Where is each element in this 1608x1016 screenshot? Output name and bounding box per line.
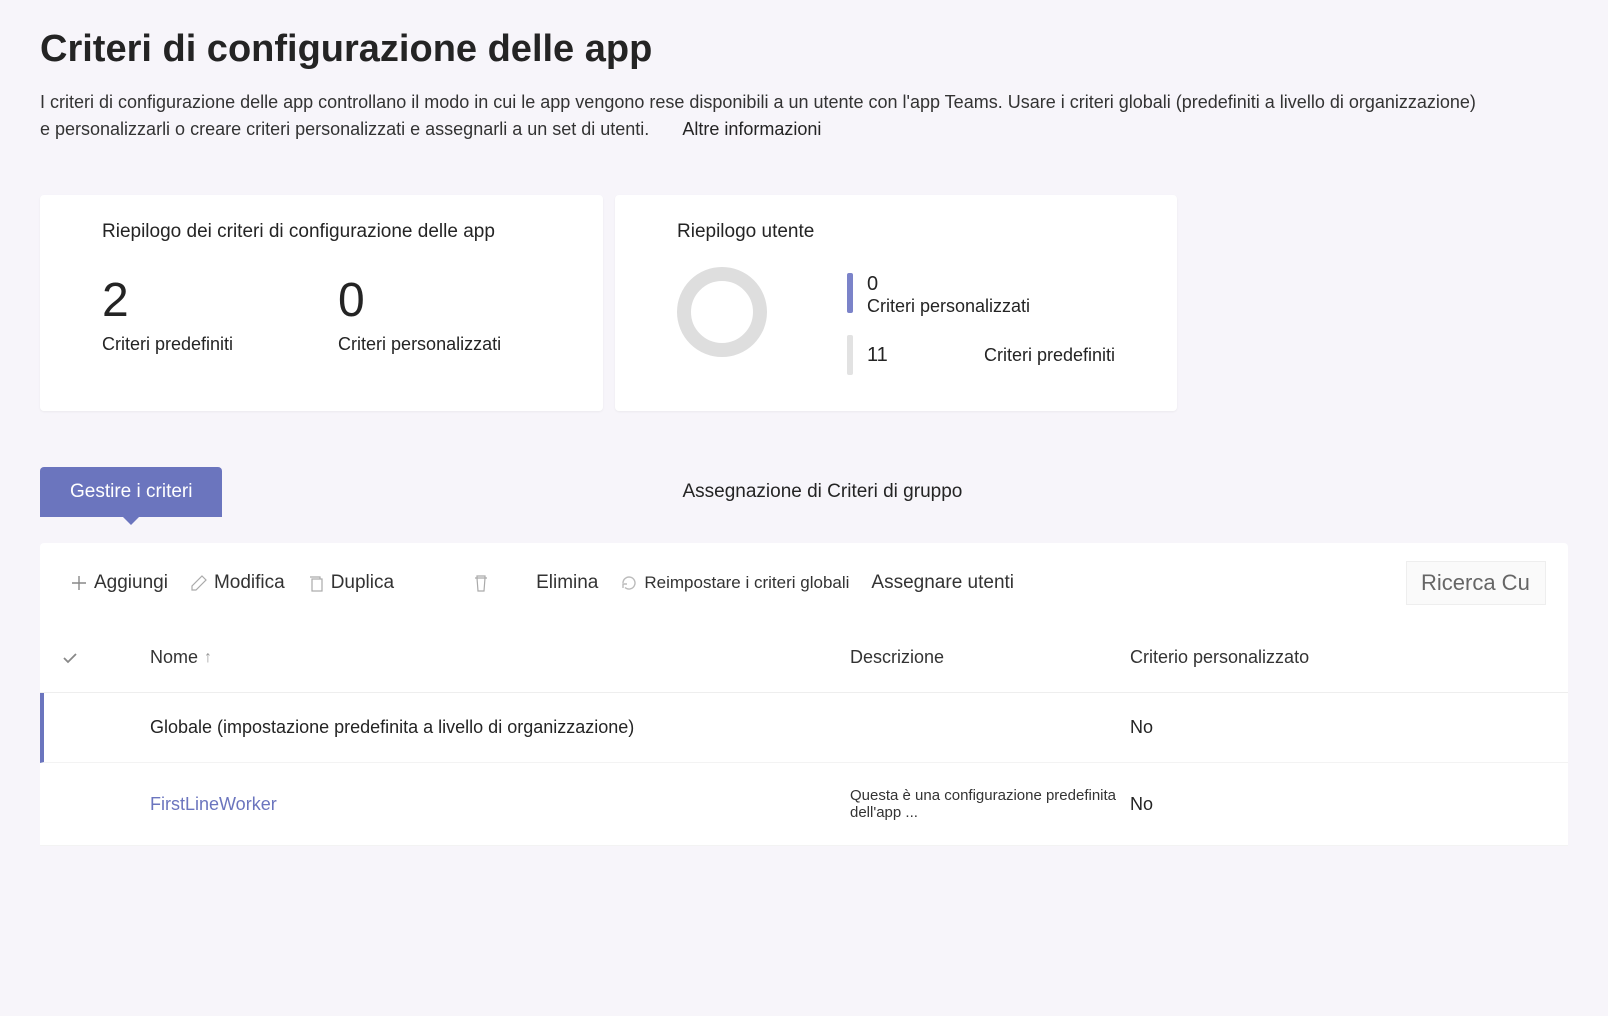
- checkmark-icon[interactable]: [60, 647, 80, 668]
- predefined-count: 2: [102, 273, 233, 328]
- col-name-label: Nome: [150, 647, 198, 668]
- row-name-link[interactable]: FirstLineWorker: [150, 794, 850, 815]
- user-predefined-count: 11: [867, 344, 888, 367]
- page-description: I criteri di configurazione delle app co…: [0, 89, 1520, 143]
- sort-ascending-icon: ↑: [204, 649, 212, 667]
- add-label: Aggiungi: [94, 572, 168, 594]
- toolbar: Aggiungi Modifica Duplica Elimina Reimpo…: [40, 543, 1568, 623]
- config-summary-card: Riepilogo dei criteri di configurazione …: [40, 195, 603, 411]
- user-summary-card: Riepilogo utente 0 Criteri personalizzat…: [615, 195, 1177, 411]
- row-name: Globale (impostazione predefinita a live…: [150, 717, 850, 738]
- tab-manage-policies[interactable]: Gestire i criteri: [40, 467, 222, 517]
- table-row[interactable]: Globale (impostazione predefinita a live…: [40, 693, 1568, 763]
- policies-table: Nome ↑ Descrizione Criterio personalizza…: [40, 623, 1568, 846]
- user-custom-label: Criteri personalizzati: [867, 296, 1030, 316]
- predefined-label: Criteri predefiniti: [102, 334, 233, 355]
- legend-bar-predefined-icon: [847, 335, 853, 375]
- column-name-header[interactable]: Nome ↑: [150, 647, 850, 668]
- custom-count: 0: [338, 273, 501, 328]
- reset-button[interactable]: Reimpostare i criteri globali: [612, 568, 857, 598]
- delete-label: Elimina: [536, 572, 598, 594]
- reset-label: Reimpostare i criteri globali: [644, 573, 849, 593]
- column-custom-header[interactable]: Criterio personalizzato: [1130, 647, 1548, 668]
- user-custom-stat: 0 Criteri personalizzati: [847, 273, 1115, 317]
- row-desc: Questa è una configurazione predefinita …: [850, 787, 1130, 821]
- delete-button[interactable]: Elimina: [464, 568, 606, 598]
- duplicate-button[interactable]: Duplica: [299, 568, 402, 598]
- edit-label: Modifica: [214, 572, 285, 594]
- user-predefined-stat: 11 Criteri predefiniti: [847, 335, 1115, 375]
- summary-cards: Riepilogo dei criteri di configurazione …: [0, 143, 1608, 411]
- search-input[interactable]: Ricerca Cu: [1406, 561, 1546, 605]
- user-custom-count: 0: [867, 273, 1030, 296]
- user-predefined-label: Criteri predefiniti: [984, 345, 1115, 366]
- add-button[interactable]: Aggiungi: [62, 568, 176, 598]
- assign-users-button[interactable]: Assegnare utenti: [863, 568, 1022, 598]
- pencil-icon: [190, 572, 208, 594]
- duplicate-label: Duplica: [331, 572, 394, 594]
- reset-icon: [620, 572, 638, 594]
- trash-icon: [472, 572, 490, 594]
- page-title: Criteri di configurazione delle app: [0, 0, 1608, 89]
- legend-bar-custom-icon: [847, 273, 853, 313]
- predefined-stat: 2 Criteri predefiniti: [102, 273, 233, 355]
- table-row[interactable]: FirstLineWorker Questa è una configurazi…: [40, 763, 1568, 846]
- more-info-link[interactable]: Altre informazioni: [682, 116, 821, 143]
- tabs: Gestire i criteri Assegnazione di Criter…: [0, 411, 1608, 517]
- custom-label: Criteri personalizzati: [338, 334, 501, 355]
- row-custom: No: [1130, 794, 1548, 815]
- assign-label: Assegnare utenti: [871, 572, 1014, 594]
- custom-stat: 0 Criteri personalizzati: [338, 273, 501, 355]
- column-desc-header[interactable]: Descrizione: [850, 647, 1130, 668]
- plus-icon: [70, 572, 88, 594]
- donut-chart-icon: [677, 267, 767, 357]
- table-header: Nome ↑ Descrizione Criterio personalizza…: [40, 623, 1568, 693]
- user-summary-title: Riepilogo utente: [677, 221, 1115, 243]
- copy-icon: [307, 572, 325, 594]
- tab-group-policy-assignment[interactable]: Assegnazione di Criteri di gruppo: [652, 467, 992, 517]
- row-custom: No: [1130, 717, 1548, 738]
- config-summary-title: Riepilogo dei criteri di configurazione …: [102, 221, 541, 243]
- edit-button[interactable]: Modifica: [182, 568, 293, 598]
